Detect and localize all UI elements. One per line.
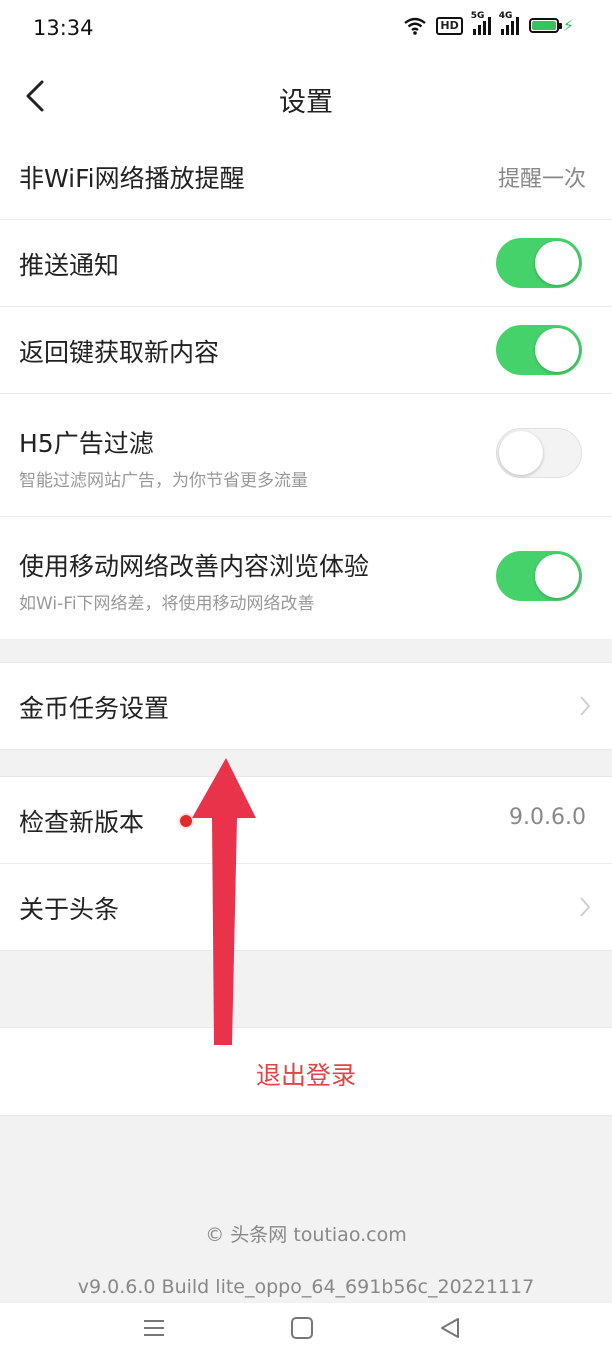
new-version-dot: [180, 815, 192, 827]
build-version-text: v9.0.6.0 Build lite_oppo_64_691b56c_2022…: [77, 1276, 535, 1298]
charging-icon: ⚡: [562, 16, 574, 35]
h5-ad-filter-toggle[interactable]: [496, 428, 582, 478]
logout-button[interactable]: 退出登录: [0, 1027, 612, 1116]
wifi-icon: [404, 17, 427, 35]
setting-label: 金币任务设置: [19, 694, 170, 723]
version-value: 9.0.6.0: [509, 805, 586, 830]
status-time: 13:34: [33, 16, 94, 40]
push-notification-toggle[interactable]: [496, 238, 582, 288]
settings-group-general: 非WiFi网络播放提醒 提醒一次 推送通知 返回键获取新内容 H5广告过滤 智能…: [0, 133, 612, 639]
setting-label: H5广告过滤: [19, 429, 154, 458]
page-title: 设置: [279, 87, 333, 118]
back-refresh-toggle[interactable]: [496, 325, 582, 375]
setting-row-nonwifi-playback[interactable]: 非WiFi网络播放提醒 提醒一次: [0, 133, 612, 220]
system-nav-bar: [0, 1303, 612, 1353]
logout-label: 退出登录: [255, 1061, 356, 1090]
back-triangle-icon[interactable]: [436, 1315, 464, 1341]
setting-label: 推送通知: [19, 251, 120, 280]
setting-label: 非WiFi网络播放提醒: [19, 164, 245, 193]
setting-row-back-refresh: 返回键获取新内容: [0, 307, 612, 394]
settings-group-about: 检查新版本 9.0.6.0 关于头条: [0, 776, 612, 951]
copyright-text: © 头条网 toutiao.com: [205, 1224, 407, 1246]
setting-row-mobile-network-boost: 使用移动网络改善内容浏览体验 如Wi-Fi下网络差，将使用移动网络改善: [0, 517, 612, 639]
battery-icon: [528, 18, 562, 33]
setting-row-check-update[interactable]: 检查新版本 9.0.6.0: [0, 777, 612, 864]
settings-group-coins: 金币任务设置: [0, 662, 612, 750]
setting-row-push-notification: 推送通知: [0, 220, 612, 307]
setting-description: 智能过滤网站广告，为你节省更多流量: [19, 471, 308, 491]
status-icons: HD 5G 4G ⚡: [404, 11, 574, 35]
signal-5g-icon: 5G: [471, 11, 491, 35]
setting-label: 返回键获取新内容: [19, 338, 220, 367]
chevron-right-icon: [580, 696, 591, 716]
setting-row-about[interactable]: 关于头条: [0, 864, 612, 950]
chevron-right-icon: [580, 897, 591, 917]
menu-icon[interactable]: [140, 1315, 168, 1341]
setting-description: 如Wi-Fi下网络差，将使用移动网络改善: [19, 594, 315, 614]
setting-value: 提醒一次: [497, 167, 586, 192]
mobile-network-boost-toggle[interactable]: [496, 551, 582, 601]
status-bar: 13:34 HD 5G 4G ⚡: [0, 0, 612, 58]
setting-row-coin-task[interactable]: 金币任务设置: [0, 663, 612, 749]
header: 设置: [0, 58, 612, 134]
setting-label: 检查新版本: [19, 808, 145, 837]
hd-voice-icon: HD: [436, 16, 463, 35]
setting-label: 关于头条: [19, 895, 120, 924]
setting-row-h5-ad-filter: H5广告过滤 智能过滤网站广告，为你节省更多流量: [0, 394, 612, 517]
home-icon[interactable]: [288, 1315, 316, 1341]
signal-4g-icon: 4G: [499, 11, 519, 35]
setting-label: 使用移动网络改善内容浏览体验: [19, 552, 370, 581]
